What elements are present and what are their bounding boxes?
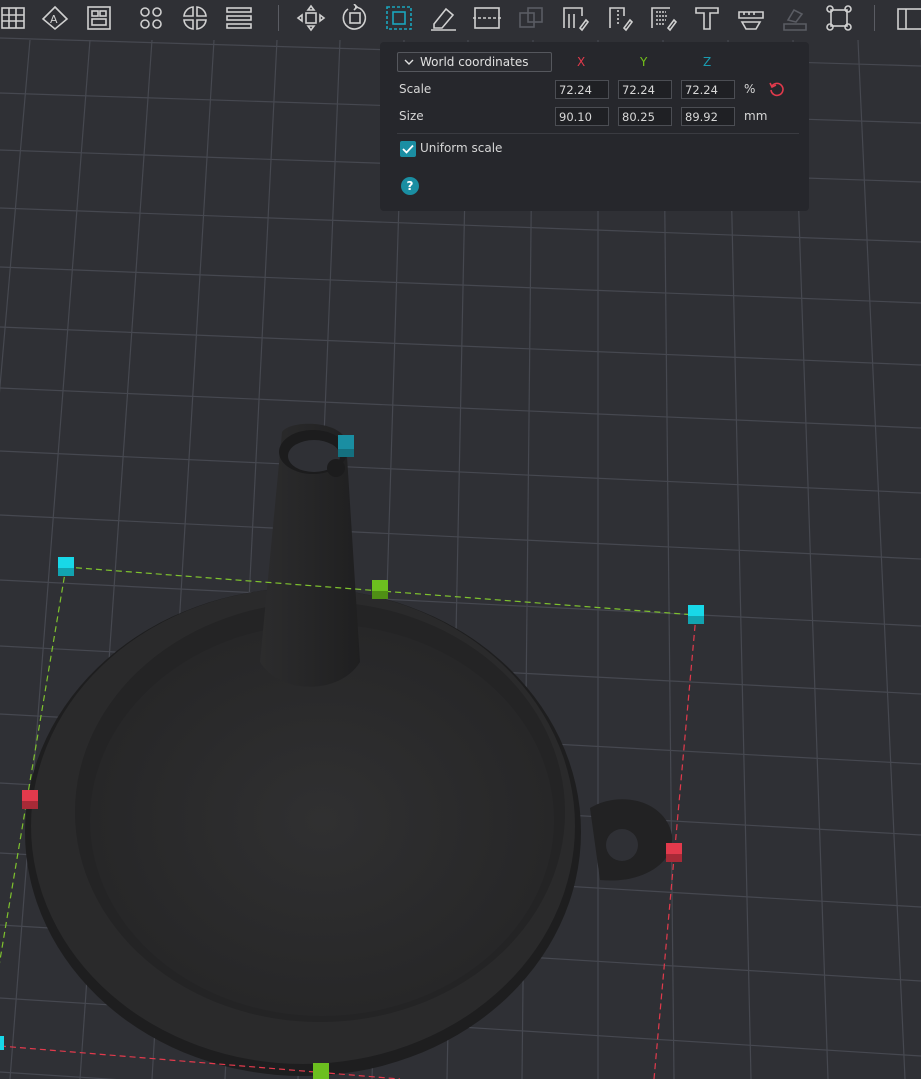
seam-painting-icon[interactable] [602,3,636,33]
main-toolbar: A [0,0,921,38]
funnel-model[interactable] [25,423,673,1076]
panel-divider [397,133,799,134]
axis-x-header: X [577,55,586,69]
handle-corner-top-left[interactable] [58,557,74,569]
layers-icon[interactable] [222,3,256,33]
rotate-icon[interactable] [338,3,372,33]
size-z-field[interactable] [681,107,735,126]
measure-icon[interactable] [734,3,768,33]
scale-icon[interactable] [382,3,416,33]
scale-z-field[interactable] [681,80,735,99]
axis-z-header: Z [703,55,712,69]
text-icon[interactable] [690,3,724,33]
coordinate-mode-value: World coordinates [420,55,529,69]
arrange-icon[interactable] [0,3,30,33]
assembly-icon[interactable] [778,3,812,33]
help-icon[interactable]: ? [401,177,419,195]
move-icon[interactable] [294,3,328,33]
handle-y-front[interactable] [313,1063,329,1079]
scale-panel: World coordinates X Y Z Scale % Size mm … [380,42,809,211]
toolbar-separator [278,5,279,31]
toolbar-separator [874,5,875,31]
uniform-scale-label: Uniform scale [420,141,503,155]
orient-to-face-icon[interactable]: A [38,3,72,33]
mesh-boolean-icon[interactable] [514,3,548,33]
scale-y-field[interactable] [618,80,672,99]
chevron-down-icon [398,59,420,66]
handle-corner-top-right[interactable] [688,605,704,617]
brim-ears-icon[interactable] [822,3,856,33]
reset-scale-icon[interactable] [768,80,786,101]
split-objects-icon[interactable] [134,3,168,33]
scale-unit: % [744,82,756,96]
split-parts-icon[interactable] [178,3,212,33]
axis-y-header: Y [640,55,648,69]
scale-label: Scale [399,82,432,96]
handle-corner-bottom-left[interactable] [0,1036,4,1050]
size-unit: mm [744,109,768,123]
plates-icon[interactable] [82,3,116,33]
size-y-field[interactable] [618,107,672,126]
more-icon[interactable] [892,3,921,33]
handle-z-top[interactable] [338,435,354,450]
handle-x-right[interactable] [666,843,682,855]
size-label: Size [399,109,424,123]
size-x-field[interactable] [555,107,609,126]
uniform-scale-checkbox[interactable] [400,141,416,157]
cut-icon[interactable] [426,3,460,33]
fuzzy-skin-icon[interactable] [646,3,680,33]
scale-x-field[interactable] [555,80,609,99]
handle-x-left[interactable] [22,790,38,802]
handle-y-back[interactable] [372,580,388,592]
coordinate-mode-select[interactable]: World coordinates [397,52,552,72]
svg-text:A: A [50,13,58,26]
support-painting-icon[interactable] [558,3,592,33]
place-on-face-icon[interactable] [470,3,504,33]
